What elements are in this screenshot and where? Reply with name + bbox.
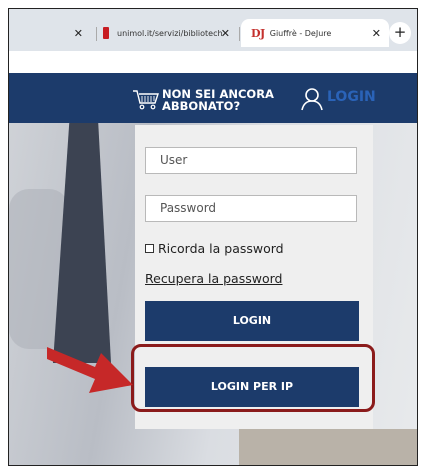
screenshot-frame: ✕ unimol.it/servizi/biblioteche/bi ✕ DJ … [8,8,418,466]
browser-tab-dejure[interactable]: DJ Giuffrè - DeJure ✕ [241,19,389,47]
cart-icon[interactable] [132,88,160,110]
user-field[interactable]: User [145,147,357,174]
new-tab-button[interactable]: + [389,22,411,44]
address-bar-area [9,51,417,74]
hero-desk-shape [239,429,417,465]
highlight-outline [131,344,375,412]
subscribe-link[interactable]: NON SEI ANCORA ABBONATO? [162,88,274,112]
browser-tab-1[interactable]: ✕ [9,19,95,47]
tab-separator [239,27,240,41]
subscribe-line-2: ABBONATO? [162,99,241,113]
password-field[interactable]: Password [145,195,357,222]
close-tab-icon[interactable]: ✕ [221,27,230,40]
remember-label: Ricorda la password [158,241,284,256]
unimol-favicon-icon [103,27,109,39]
tab-title: Giuffrè - DeJure [269,28,332,38]
dejure-favicon-icon: DJ [251,26,265,40]
user-icon[interactable] [301,87,323,111]
browser-tab-bar: ✕ unimol.it/servizi/biblioteche/bi ✕ DJ … [9,9,417,51]
close-tab-icon[interactable]: ✕ [372,27,381,40]
remember-checkbox[interactable] [145,244,154,253]
login-button[interactable]: LOGIN [145,301,359,341]
recover-password-link[interactable]: Recupera la password [145,271,282,286]
close-tab-icon[interactable]: ✕ [74,27,83,40]
remember-password-row[interactable]: Ricorda la password [145,241,284,256]
red-arrow-icon [47,347,133,393]
header-login-link[interactable]: LOGIN [327,89,376,105]
site-header: NON SEI ANCORA ABBONATO? LOGIN [9,73,417,123]
browser-tab-unimol[interactable]: unimol.it/servizi/biblioteche/bi ✕ [97,19,238,47]
tab-title: unimol.it/servizi/biblioteche/bi [117,28,222,38]
